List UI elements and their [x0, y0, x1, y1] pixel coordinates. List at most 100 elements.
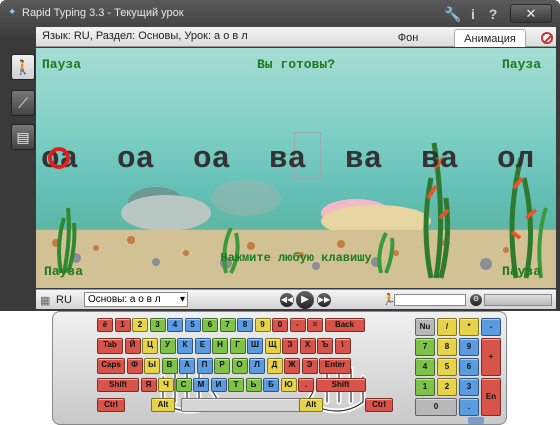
tab-animation[interactable]: Анимация: [454, 29, 526, 47]
key: Л: [249, 358, 265, 374]
sidebar: 🚶 ⟋ ▤: [6, 48, 36, 288]
keyboard-menu-icon[interactable]: [468, 417, 484, 424]
key: Alt: [151, 398, 175, 412]
key: Ю: [280, 378, 297, 392]
numpad-key: .: [459, 398, 479, 416]
key: 0: [272, 318, 288, 332]
key: З: [282, 338, 298, 354]
lesson-info-bar: Язык: RU, Раздел: Основы, Урок: а о в л …: [36, 27, 556, 47]
app-icon: ✦: [8, 7, 17, 18]
word: ва: [421, 142, 459, 177]
next-icon[interactable]: ▶▶: [317, 293, 331, 307]
key: Shift: [97, 378, 139, 392]
key: У: [159, 338, 176, 354]
lesson-scene: Пауза Пауза Вы готовы? оа оа оа ва ва ва ол На…: [36, 48, 556, 288]
hide-keyboard-icon[interactable]: [541, 32, 553, 44]
editor-button[interactable]: ▤: [11, 124, 35, 150]
virtual-keyboard: ё 1 2 3 4 5 6 7 8 9 0- = Back Tab Й Ц У К Е Н Г Ш Щ З Х Ъ \ Caps Ф Ы В…: [52, 311, 507, 425]
key: [181, 398, 311, 412]
key: Р: [214, 358, 230, 374]
window-title: Rapid Typing 3.3 - Текущий урок: [22, 7, 184, 19]
key: -: [289, 318, 306, 332]
numpad-key: -: [481, 318, 501, 336]
key: 8: [237, 318, 253, 332]
numpad-key: 9: [459, 338, 479, 356]
numpad-key: *: [459, 318, 479, 336]
key: Tab: [97, 338, 123, 354]
key: С: [175, 378, 192, 392]
chart-icon: ⟋: [18, 95, 28, 111]
prev-icon[interactable]: ◀◀: [280, 293, 294, 307]
numpad-key: 1: [415, 378, 435, 396]
lesson-progress-bar: [394, 294, 466, 306]
key: 3: [149, 318, 166, 332]
numpad-key: 8: [437, 338, 457, 356]
printer-icon[interactable]: ▦: [40, 294, 50, 307]
key: =: [307, 318, 323, 332]
key: 7: [219, 318, 236, 332]
key: Н: [212, 338, 228, 354]
key: Ц: [142, 338, 158, 354]
key: 4: [167, 318, 183, 332]
key: ё: [97, 318, 113, 332]
word: оа: [117, 142, 155, 177]
walking-person-icon: 🚶: [14, 59, 32, 75]
key: И: [210, 378, 227, 392]
word: ол: [497, 142, 535, 177]
key: П: [196, 358, 213, 374]
key: Е: [194, 338, 211, 354]
lesson-info: Язык: RU, Раздел: Основы, Урок: а о в л: [42, 30, 248, 42]
close-button[interactable]: ✕: [510, 4, 552, 23]
key: О: [231, 358, 248, 374]
numpad-key: /: [437, 318, 457, 336]
numpad-key: +: [481, 338, 501, 376]
key: Ъ: [317, 338, 333, 354]
word: ва: [269, 142, 307, 177]
key: Ч: [158, 378, 174, 392]
numpad-key: 3: [459, 378, 479, 396]
key: Б: [263, 378, 279, 392]
info-icon[interactable]: i: [465, 6, 481, 22]
key: Ж: [284, 358, 300, 374]
tab-background[interactable]: Фон: [386, 29, 430, 47]
help-icon[interactable]: ?: [485, 6, 501, 22]
key: Т: [228, 378, 244, 392]
numpad-key: 7: [415, 338, 435, 356]
numpad-key: 5: [437, 358, 457, 376]
key: Щ: [264, 338, 281, 354]
key: А: [179, 358, 195, 374]
numpad-key: Nu: [415, 318, 435, 336]
title-bar: ✦ Rapid Typing 3.3 - Текущий урок 🔧 i ? …: [0, 0, 560, 26]
key: Э: [301, 358, 318, 374]
key: Г: [229, 338, 246, 354]
lesson-mode-button[interactable]: 🚶: [11, 54, 35, 80]
key: Caps: [97, 358, 125, 374]
key: Enter: [319, 358, 351, 374]
key: Ctrl: [97, 398, 125, 412]
key: Ш: [247, 338, 263, 354]
pause-label-bottom-right: Пауза: [502, 264, 542, 279]
typing-text: оа оа оа ва ва ва ол: [41, 142, 556, 177]
play-icon[interactable]: ▶: [296, 291, 314, 309]
speed-slider[interactable]: [484, 294, 552, 306]
key: Ы: [144, 358, 160, 374]
numpad-key: 0: [415, 398, 457, 416]
numpad-key: En: [481, 378, 501, 416]
key: Shift: [315, 378, 366, 392]
ready-prompt: Вы готовы?: [256, 57, 335, 72]
status-bar: ▦ RU Основы: а о в л ◀◀ ▶ ▶▶ 🏃 ⚙: [36, 289, 556, 309]
speed-icon[interactable]: ⚙: [470, 294, 482, 306]
key: \: [334, 338, 351, 354]
key: 1: [114, 318, 131, 332]
wrench-icon[interactable]: 🔧: [444, 6, 461, 22]
key: Я: [140, 378, 157, 392]
statistics-button[interactable]: ⟋: [11, 90, 35, 116]
app-window: ✦ Rapid Typing 3.3 - Текущий урок 🔧 i ? …: [0, 0, 560, 311]
key: Й: [124, 338, 141, 354]
language-indicator[interactable]: RU: [56, 294, 72, 306]
numpad-key: 6: [459, 358, 479, 376]
key: 6: [202, 318, 218, 332]
current-char-marker: [48, 147, 70, 169]
key: М: [193, 378, 209, 392]
lesson-select[interactable]: Основы: а о в л: [84, 292, 188, 307]
